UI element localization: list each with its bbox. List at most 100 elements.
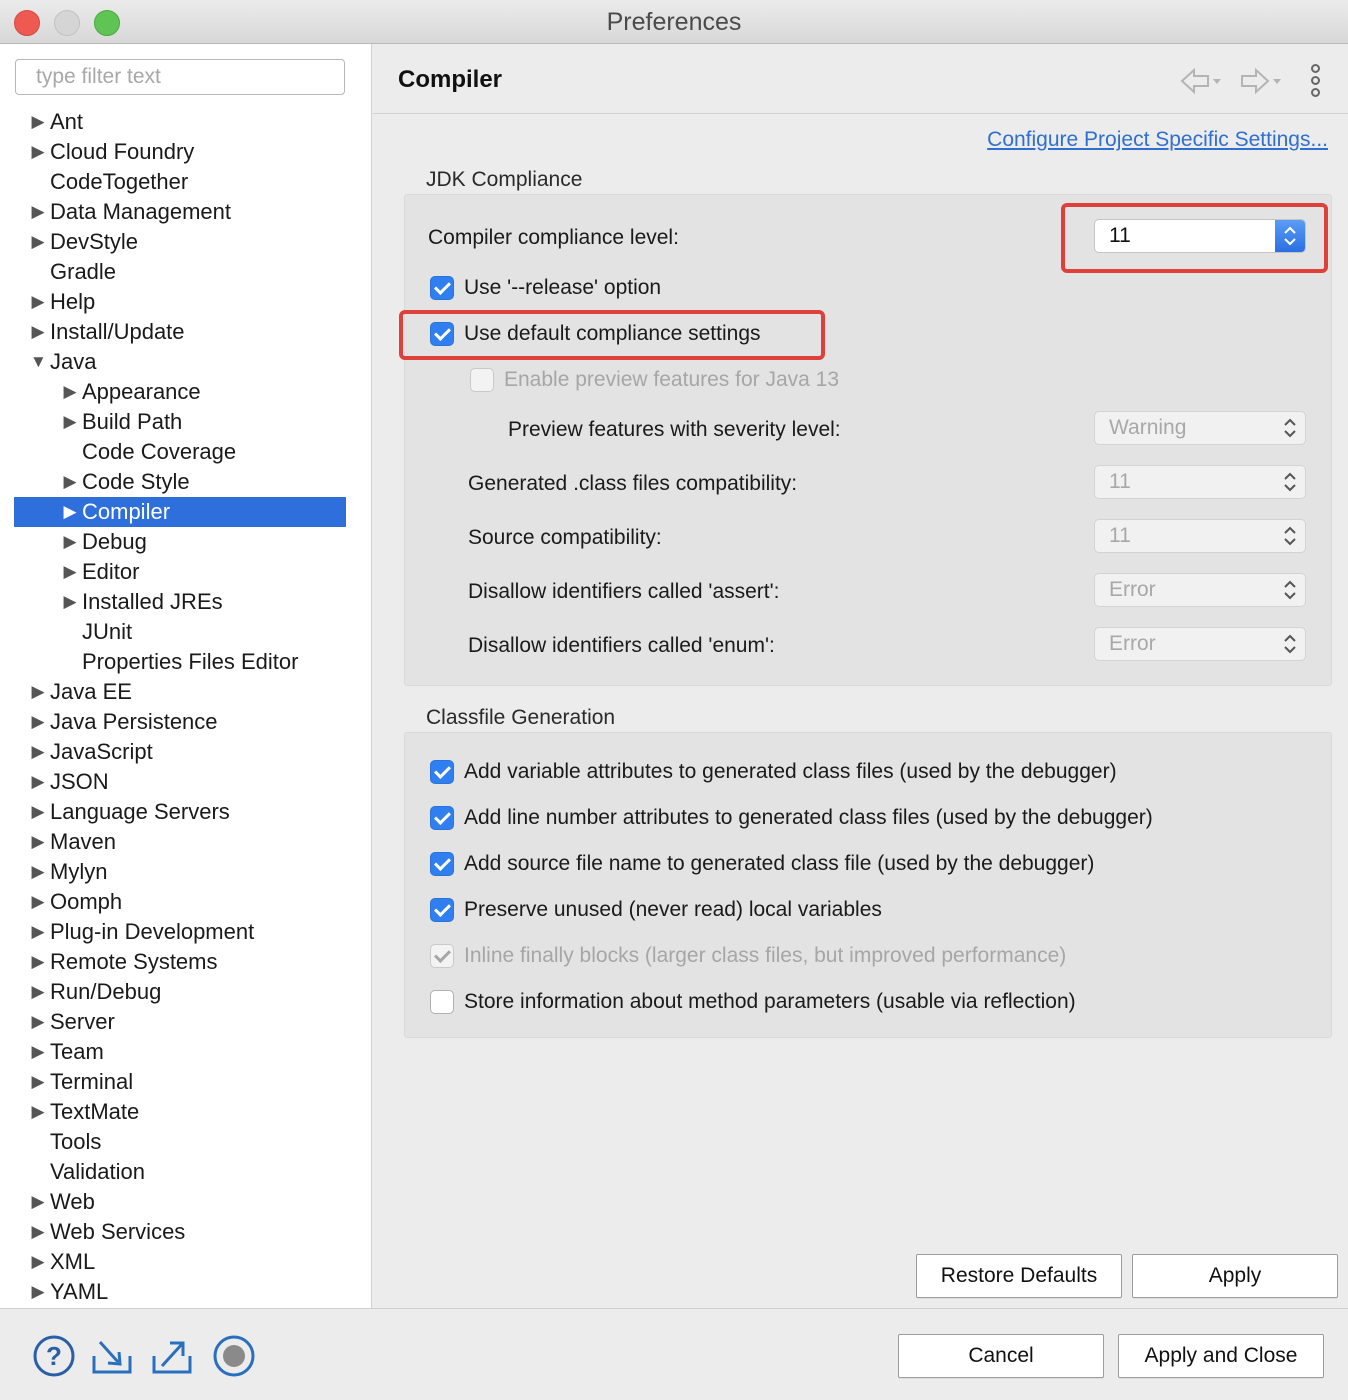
tree-item-compiler[interactable]: ▶ Compiler <box>14 497 346 527</box>
disclosure-right-icon[interactable]: ▶ <box>30 857 46 887</box>
tree-item-tools[interactable]: Tools <box>0 1127 372 1157</box>
tree-item-build-path[interactable]: ▶ Build Path <box>0 407 372 437</box>
record-icon[interactable] <box>212 1334 256 1378</box>
tree-item-help[interactable]: ▶ Help <box>0 287 372 317</box>
tree-item-run-debug[interactable]: ▶ Run/Debug <box>0 977 372 1007</box>
tree-item-javascript[interactable]: ▶ JavaScript <box>0 737 372 767</box>
disclosure-right-icon[interactable]: ▶ <box>30 917 46 947</box>
import-icon[interactable] <box>90 1334 134 1378</box>
tree-item-json[interactable]: ▶ JSON <box>0 767 372 797</box>
disclosure-right-icon[interactable]: ▶ <box>30 827 46 857</box>
line-number-attributes-checkbox[interactable] <box>430 806 454 830</box>
tree-item-web-services[interactable]: ▶ Web Services <box>0 1217 372 1247</box>
preview-features-checkbox[interactable] <box>470 368 494 392</box>
tree-item-data-management[interactable]: ▶ Data Management <box>0 197 372 227</box>
disclosure-right-icon[interactable]: ▶ <box>30 227 46 257</box>
tree-item-codetogether[interactable]: CodeTogether <box>0 167 372 197</box>
tree-item-cloud-foundry[interactable]: ▶ Cloud Foundry <box>0 137 372 167</box>
tree-item-editor[interactable]: ▶ Editor <box>0 557 372 587</box>
tree-item-yaml[interactable]: ▶ YAML <box>0 1277 372 1307</box>
tree-item-ant[interactable]: ▶ Ant <box>0 107 372 137</box>
disclosure-right-icon[interactable]: ▶ <box>30 107 46 137</box>
configure-project-specific-link[interactable]: Configure Project Specific Settings... <box>987 128 1328 152</box>
disclosure-right-icon[interactable]: ▶ <box>62 377 78 407</box>
disclosure-right-icon[interactable]: ▶ <box>30 1247 46 1277</box>
cancel-button[interactable]: Cancel <box>898 1334 1104 1378</box>
source-compat-select[interactable]: 11 <box>1094 519 1306 553</box>
tree-item-xml[interactable]: ▶ XML <box>0 1247 372 1277</box>
tree-item-gradle[interactable]: Gradle <box>0 257 372 287</box>
tree-item-devstyle[interactable]: ▶ DevStyle <box>0 227 372 257</box>
tree-item-maven[interactable]: ▶ Maven <box>0 827 372 857</box>
inline-finally-checkbox[interactable] <box>430 944 454 968</box>
tree-item-code-coverage[interactable]: Code Coverage <box>0 437 372 467</box>
disclosure-right-icon[interactable]: ▶ <box>30 1217 46 1247</box>
export-icon[interactable] <box>150 1334 194 1378</box>
disclosure-right-icon[interactable]: ▶ <box>30 287 46 317</box>
generated-class-compat-select[interactable]: 11 <box>1094 465 1306 499</box>
disclosure-right-icon[interactable]: ▶ <box>62 527 78 557</box>
disclosure-right-icon[interactable]: ▶ <box>62 407 78 437</box>
variable-attributes-checkbox[interactable] <box>430 760 454 784</box>
preserve-unused-checkbox[interactable] <box>430 898 454 922</box>
enum-identifier-select[interactable]: Error <box>1094 627 1306 661</box>
disclosure-down-icon[interactable]: ▼ <box>30 347 47 377</box>
disclosure-right-icon[interactable]: ▶ <box>62 467 78 497</box>
tree-item-debug[interactable]: ▶ Debug <box>0 527 372 557</box>
disclosure-right-icon[interactable]: ▶ <box>30 137 46 167</box>
back-arrow-icon[interactable] <box>1179 66 1223 96</box>
disclosure-right-icon[interactable]: ▶ <box>30 317 46 347</box>
disclosure-right-icon[interactable]: ▶ <box>62 497 78 527</box>
disclosure-right-icon[interactable]: ▶ <box>30 737 46 767</box>
disclosure-right-icon[interactable]: ▶ <box>30 767 46 797</box>
disclosure-right-icon[interactable]: ▶ <box>30 977 46 1007</box>
method-parameters-label: Store information about method parameter… <box>464 990 1076 1013</box>
tree-item-install-update[interactable]: ▶ Install/Update <box>0 317 372 347</box>
disclosure-right-icon[interactable]: ▶ <box>30 1067 46 1097</box>
tree-item-oomph[interactable]: ▶ Oomph <box>0 887 372 917</box>
disclosure-right-icon[interactable]: ▶ <box>30 1037 46 1067</box>
disclosure-right-icon[interactable]: ▶ <box>30 1007 46 1037</box>
tree-item-code-style[interactable]: ▶ Code Style <box>0 467 372 497</box>
tree-item-remote-systems[interactable]: ▶ Remote Systems <box>0 947 372 977</box>
tree-item-plug-in-development[interactable]: ▶ Plug-in Development <box>0 917 372 947</box>
disclosure-right-icon[interactable]: ▶ <box>30 197 46 227</box>
disclosure-right-icon[interactable]: ▶ <box>30 947 46 977</box>
kebab-menu-icon[interactable] <box>1305 64 1325 100</box>
disclosure-right-icon[interactable]: ▶ <box>30 677 46 707</box>
tree-item-language-servers[interactable]: ▶ Language Servers <box>0 797 372 827</box>
tree-item-terminal[interactable]: ▶ Terminal <box>0 1067 372 1097</box>
severity-level-select[interactable]: Warning <box>1094 411 1306 445</box>
tree-item-server[interactable]: ▶ Server <box>0 1007 372 1037</box>
disclosure-right-icon[interactable]: ▶ <box>30 887 46 917</box>
tree-item-web[interactable]: ▶ Web <box>0 1187 372 1217</box>
tree-item-java-ee[interactable]: ▶ Java EE <box>0 677 372 707</box>
disclosure-right-icon[interactable]: ▶ <box>30 1097 46 1127</box>
disclosure-right-icon[interactable]: ▶ <box>30 797 46 827</box>
method-parameters-checkbox[interactable] <box>430 990 454 1014</box>
tree-item-properties-files-editor[interactable]: Properties Files Editor <box>0 647 372 677</box>
assert-identifier-select[interactable]: Error <box>1094 573 1306 607</box>
restore-defaults-button[interactable]: Restore Defaults <box>916 1254 1122 1298</box>
tree-item-java-persistence[interactable]: ▶ Java Persistence <box>0 707 372 737</box>
disclosure-right-icon[interactable]: ▶ <box>62 587 78 617</box>
source-file-name-checkbox[interactable] <box>430 852 454 876</box>
release-option-checkbox[interactable] <box>430 276 454 300</box>
apply-button[interactable]: Apply <box>1132 1254 1338 1298</box>
tree-item-appearance[interactable]: ▶ Appearance <box>0 377 372 407</box>
forward-arrow-icon[interactable] <box>1239 66 1283 96</box>
disclosure-right-icon[interactable]: ▶ <box>30 1187 46 1217</box>
tree-item-textmate[interactable]: ▶ TextMate <box>0 1097 372 1127</box>
tree-item-installed-jres[interactable]: ▶ Installed JREs <box>0 587 372 617</box>
disclosure-right-icon[interactable]: ▶ <box>62 557 78 587</box>
tree-item-junit[interactable]: JUnit <box>0 617 372 647</box>
apply-and-close-button[interactable]: Apply and Close <box>1118 1334 1324 1378</box>
tree-item-java[interactable]: ▼ Java <box>0 347 372 377</box>
tree-item-validation[interactable]: Validation <box>0 1157 372 1187</box>
disclosure-right-icon[interactable]: ▶ <box>30 1277 46 1307</box>
tree-item-team[interactable]: ▶ Team <box>0 1037 372 1067</box>
help-icon[interactable]: ? <box>32 1334 76 1378</box>
filter-input[interactable] <box>15 59 345 95</box>
tree-item-mylyn[interactable]: ▶ Mylyn <box>0 857 372 887</box>
disclosure-right-icon[interactable]: ▶ <box>30 707 46 737</box>
